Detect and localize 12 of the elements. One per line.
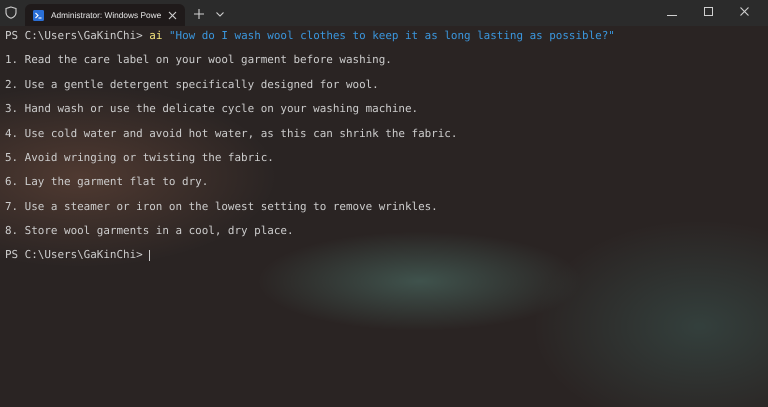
output-line: 7. Use a steamer or iron on the lowest setting to remove wrinkles. — [5, 200, 439, 213]
prompt-text: PS C:\Users\GaKinChi> — [5, 249, 143, 262]
output-line: 3. Hand wash or use the delicate cycle on your washing machine. — [5, 103, 420, 116]
terminal-tab[interactable]: Administrator: Windows Powe — [25, 4, 186, 26]
output-line: 1. Read the care label on your wool garment before washing. — [5, 54, 393, 67]
output-line: 8. Store wool garments in a cool, dry place. — [5, 225, 294, 238]
output-line: 6. Lay the garment flat to dry. — [5, 176, 210, 188]
output-line: 2. Use a gentle detergent specifically designed for wool. — [5, 78, 380, 91]
command-line: PS C:\Users\GaKinChi> ai "How do I wash wool clothes to keep it as long lasting as possible?" — [5, 30, 616, 42]
tab-title: Administrator: Windows Powe — [51, 10, 162, 20]
output-line: 4. Use cold water and avoid hot water, as this can shrink the fabric. — [5, 128, 458, 140]
output-line: 5. Avoid wringing or twisting the fabric. — [5, 152, 275, 164]
